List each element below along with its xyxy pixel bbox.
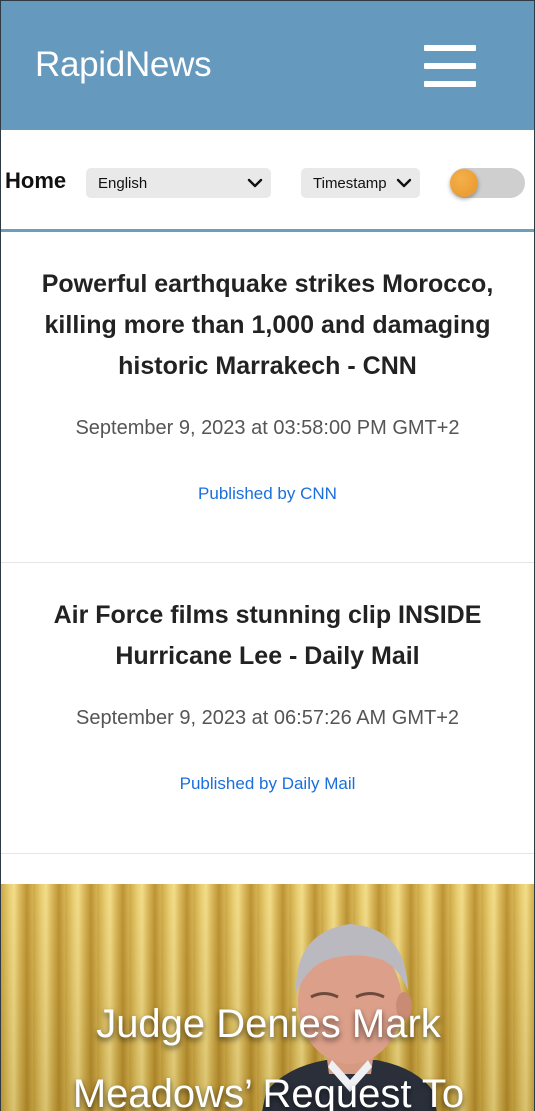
page-title: Home: [5, 168, 67, 193]
app-header: RapidNews: [1, 1, 534, 130]
theme-toggle[interactable]: [450, 168, 525, 198]
filter-toolbar: Home English Timestamp: [1, 130, 534, 232]
app-logo[interactable]: RapidNews: [35, 45, 212, 85]
article-timestamp: September 9, 2023 at 03:58:00 PM GMT+2: [75, 417, 460, 439]
app-root: RapidNews Home English Timestamp Powerfu…: [0, 0, 535, 1111]
toggle-knob: [450, 169, 478, 197]
language-select[interactable]: English: [86, 168, 271, 198]
menu-bar-icon: [424, 44, 476, 51]
article-title[interactable]: Air Force films stunning clip INSIDE Hur…: [13, 595, 522, 677]
chevron-down-icon: [396, 178, 412, 188]
hamburger-menu-button[interactable]: [424, 44, 476, 87]
chevron-down-icon: [247, 178, 263, 188]
menu-bar-icon: [424, 80, 476, 87]
featured-story-title[interactable]: Judge Denies Mark Meadows’ Request To: [1, 989, 534, 1111]
article-source-link[interactable]: Published by CNN: [13, 484, 522, 504]
language-select-value: English: [98, 174, 148, 192]
sort-select-value: Timestamp: [313, 174, 387, 192]
sort-select[interactable]: Timestamp: [301, 168, 420, 198]
article-card[interactable]: Air Force films stunning clip INSIDE Hur…: [1, 563, 534, 854]
article-source-link[interactable]: Published by Daily Mail: [13, 774, 522, 794]
article-title[interactable]: Powerful earthquake strikes Morocco, kil…: [13, 264, 522, 387]
featured-story-card[interactable]: Judge Denies Mark Meadows’ Request To: [1, 884, 534, 1111]
menu-bar-icon: [424, 62, 476, 69]
article-card[interactable]: Powerful earthquake strikes Morocco, kil…: [1, 232, 534, 563]
article-timestamp: September 9, 2023 at 06:57:26 AM GMT+2: [75, 707, 459, 729]
